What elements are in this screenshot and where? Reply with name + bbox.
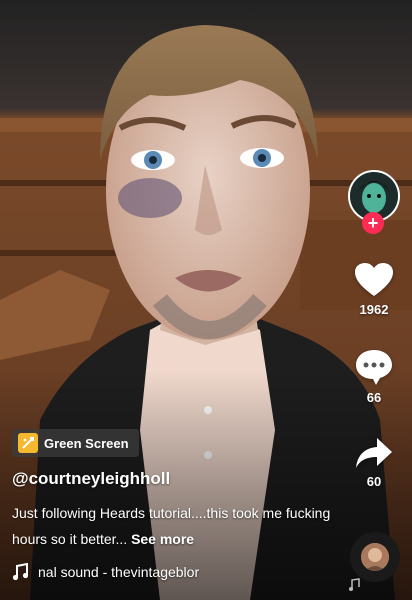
effect-label: Green Screen	[44, 435, 129, 451]
sound-disc-avatar	[361, 543, 389, 571]
comment-button[interactable]: 66	[344, 348, 404, 405]
like-count: 1962	[359, 302, 389, 317]
follow-button[interactable]: +	[362, 212, 384, 234]
like-button[interactable]: 1962	[344, 262, 404, 317]
share-button[interactable]: 60	[344, 436, 404, 489]
sound-disc[interactable]	[350, 532, 400, 582]
sound-title: nal sound - thevintageblor	[38, 564, 200, 580]
creator-username[interactable]: @courtneyleighholl	[12, 469, 170, 489]
green-screen-effect-icon	[18, 433, 38, 453]
sound-row[interactable]: nal sound - thevintageblor	[12, 561, 252, 583]
music-note-icon	[12, 563, 28, 581]
comment-count: 66	[366, 390, 382, 405]
share-count: 60	[366, 474, 382, 489]
comment-icon	[356, 350, 392, 385]
effect-tag[interactable]: Green Screen	[12, 429, 139, 457]
heart-icon	[355, 263, 393, 296]
share-arrow-icon	[356, 438, 392, 468]
see-more-link[interactable]: See more	[131, 531, 194, 547]
floating-note-icon	[349, 578, 360, 591]
video-caption: Just following Heards tutorial....this t…	[12, 500, 342, 552]
